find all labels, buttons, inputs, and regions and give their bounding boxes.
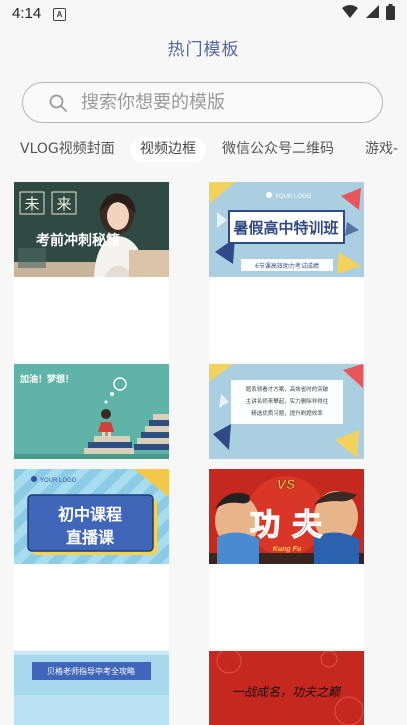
template-thumbnail: YOUR LOGO 暑假高中特训班 6节课高效助力考试成绩 — [209, 182, 364, 277]
thumb-text: VS — [277, 476, 296, 492]
search-icon[interactable] — [49, 94, 67, 112]
template-card[interactable]: 贝格老师指导中考全攻略 — [14, 651, 169, 725]
template-thumbnail: 一战成名，功夫之巅 — [209, 651, 364, 725]
status-time: 4:14 — [12, 5, 42, 22]
template-card[interactable]: YOUR LOGO 初中课程 直播课 — [14, 469, 169, 649]
template-thumbnail: 加油！梦想！ — [14, 364, 169, 459]
thumb-title: 暑假高中特训班 — [233, 219, 338, 237]
thumb-title: 贝格老师指导中考全攻略 — [47, 666, 135, 676]
thumb-title: 初中课程 — [58, 505, 122, 524]
template-card[interactable]: 加油！梦想！ — [14, 364, 169, 459]
template-thumbnail: YOUR LOGO 初中课程 直播课 — [14, 469, 169, 564]
status-bar: 4:14 A — [0, 0, 407, 28]
category-tabs: VLOG视频封面 视频边框 微信公众号二维码 游戏- — [0, 137, 407, 163]
tab-game[interactable]: 游戏- — [355, 137, 407, 162]
thumb-text: 主讲名师来攀起，实力删除非得往 — [246, 397, 329, 405]
thumb-title: 直播课 — [66, 528, 115, 547]
thumb-title: 加油！梦想！ — [19, 373, 74, 385]
notification-icon: A — [53, 8, 66, 21]
template-card[interactable]: YOUR LOGO 暑假高中特训班 6节课高效助力考试成绩 — [209, 182, 364, 362]
template-card[interactable]: 未 来 考前冲刺秘籍 — [14, 182, 169, 362]
thumb-text: 6节课高效助力考试成绩 — [255, 262, 319, 270]
search-bar[interactable] — [22, 82, 383, 123]
thumb-title: 考前冲刺秘籍 — [36, 232, 120, 249]
tab-vlog-cover[interactable]: VLOG视频封面 — [10, 137, 125, 162]
thumb-title: 一战成名，功夫之巅 — [232, 685, 342, 699]
thumb-text: YOUR LOGO — [40, 478, 77, 484]
template-thumbnail: 题系领看才方案，高效省时的突破 主讲名师来攀起，实力删除非得往 精选优质习题，提… — [209, 364, 364, 459]
thumb-text: 精选优质习题，提升刷题效率 — [251, 409, 323, 417]
thumb-text: 来 — [56, 195, 71, 213]
search-input[interactable] — [81, 89, 361, 116]
signal-icon — [366, 5, 379, 18]
template-card[interactable]: 题系领看才方案，高效省时的突破 主讲名师来攀起，实力删除非得往 精选优质习题，提… — [209, 364, 364, 459]
tab-video-border[interactable]: 视频边框 — [130, 137, 206, 162]
template-card[interactable]: VS 功 夫 Kung Fu — [209, 469, 364, 649]
template-thumbnail: 贝格老师指导中考全攻略 — [14, 651, 169, 725]
template-card[interactable]: 一战成名，功夫之巅 — [209, 651, 364, 725]
wifi-icon — [342, 5, 358, 18]
thumb-title: 夫 — [292, 508, 323, 543]
template-thumbnail: VS 功 夫 Kung Fu — [209, 469, 364, 564]
thumb-text: 题系领看才方案，高效省时的突破 — [246, 385, 329, 393]
template-thumbnail: 未 来 考前冲刺秘籍 — [14, 182, 169, 277]
thumb-title: 功 — [250, 508, 280, 543]
tab-wechat-qrcode[interactable]: 微信公众号二维码 — [212, 137, 344, 162]
page-title: 热门模板 — [167, 40, 240, 60]
thumb-text: YOUR LOGO — [275, 194, 312, 200]
battery-icon — [386, 4, 395, 20]
thumb-text: 未 — [24, 195, 39, 213]
thumb-text: Kung Fu — [273, 546, 302, 553]
